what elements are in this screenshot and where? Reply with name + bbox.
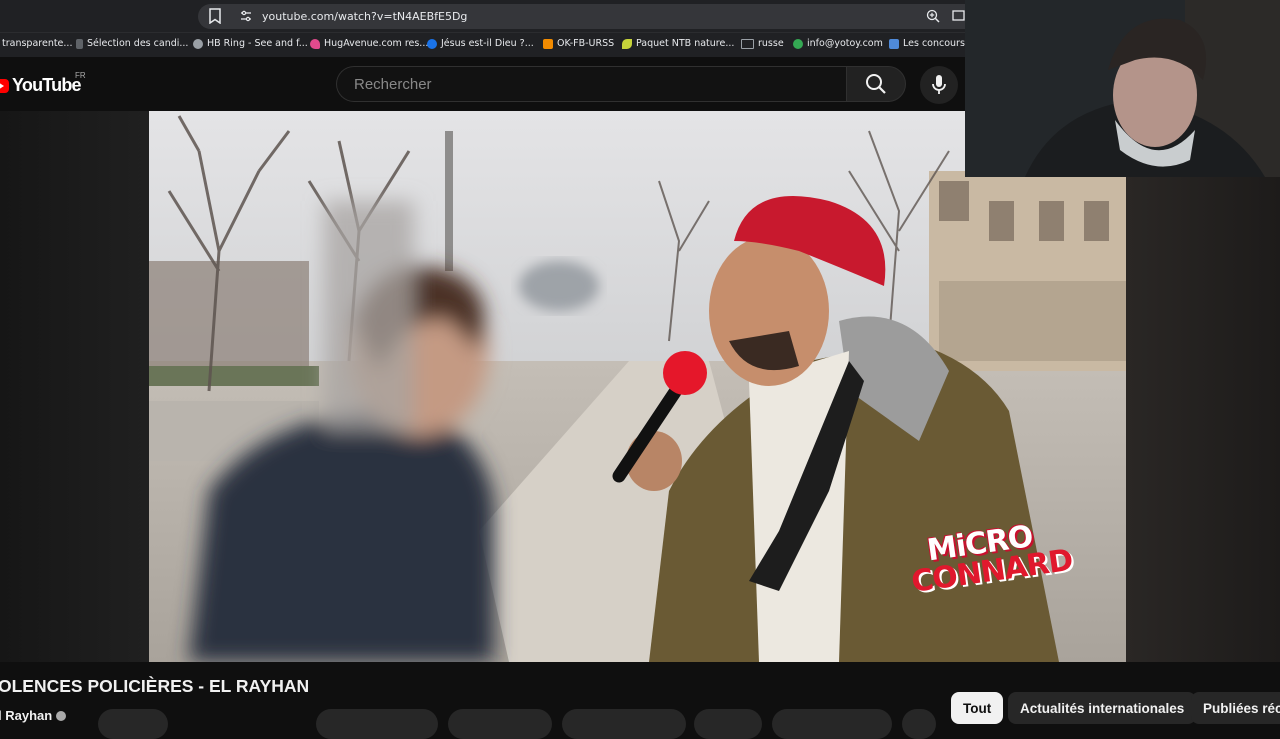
search-button[interactable] xyxy=(846,66,906,102)
share-button[interactable] xyxy=(448,709,552,739)
microphone-icon xyxy=(932,75,946,94)
bookmark-item[interactable]: russe xyxy=(741,38,784,49)
browser-toolbar: youtube.com/watch?v=tN4AEBfE5Dg xyxy=(0,0,988,32)
bookmark-label: russe xyxy=(758,38,784,49)
bookmarks-bar: transparente... Sélection des candi... H… xyxy=(0,32,980,57)
zoom-icon[interactable] xyxy=(926,9,940,23)
bookmark-label: HugAvenue.com res... xyxy=(324,38,429,49)
youtube-logo-text: YouTube xyxy=(12,75,82,95)
subscribe-button[interactable] xyxy=(98,709,168,739)
bookmark-favicon-icon xyxy=(427,38,437,49)
like-dislike-button[interactable] xyxy=(316,709,438,739)
search-input[interactable] xyxy=(352,75,826,94)
save-button[interactable] xyxy=(562,709,686,739)
bookmark-item[interactable]: Paquet NTB nature... xyxy=(622,38,734,49)
bookmark-item[interactable]: HugAvenue.com res... xyxy=(310,38,428,49)
channel-name[interactable]: l Rayhan xyxy=(0,708,67,723)
ambient-background-left xyxy=(0,111,149,662)
image-favicon-icon xyxy=(889,38,899,49)
cast-icon[interactable] xyxy=(952,10,965,22)
bookmark-label: info@yotoy.com xyxy=(807,38,883,49)
verified-badge-icon xyxy=(56,710,67,721)
webcam-overlay xyxy=(965,0,1280,177)
document-icon xyxy=(76,38,83,49)
channel-name-text: l Rayhan xyxy=(0,708,53,723)
bookmark-item[interactable]: info@yotoy.com xyxy=(793,38,883,49)
ok-favicon-icon xyxy=(543,38,553,49)
bookmark-label: transparente... xyxy=(2,38,73,49)
leaf-favicon-icon xyxy=(622,38,632,49)
bookmark-item[interactable]: OK-FB-URSS xyxy=(543,38,614,49)
clip-button[interactable] xyxy=(694,709,762,739)
url-text[interactable]: youtube.com/watch?v=tN4AEBfE5Dg xyxy=(262,10,467,23)
more-actions-button[interactable] xyxy=(902,709,936,739)
voice-search-button[interactable] xyxy=(920,66,958,104)
youtube-header: YouTube FR xyxy=(0,57,965,111)
country-code: FR xyxy=(75,71,86,80)
youtube-play-icon xyxy=(0,78,9,93)
bookmark-item[interactable]: Sélection des candi... xyxy=(76,38,188,49)
bookmark-label: HB Ring - See and f... xyxy=(207,38,308,49)
download-button[interactable] xyxy=(772,709,892,739)
bookmark-item[interactable]: HB Ring - See and f... xyxy=(193,38,308,49)
search-box xyxy=(336,66,846,102)
video-title: OLENCES POLICIÈRES - EL RAYHAN xyxy=(0,676,310,696)
globe-icon xyxy=(193,38,203,49)
search-icon xyxy=(866,74,886,94)
video-player[interactable]: MiCRO CONNARD xyxy=(149,111,1126,662)
bookmark-label: Paquet NTB nature... xyxy=(636,38,735,49)
chip-recently-published[interactable]: Publiées réc xyxy=(1191,692,1280,724)
bookmark-item[interactable]: Jésus est-il Dieu ?... xyxy=(427,38,534,49)
bookmark-item[interactable]: transparente... xyxy=(2,38,72,49)
youtube-logo[interactable]: YouTube xyxy=(0,75,82,96)
chip-all[interactable]: Tout xyxy=(951,692,1004,724)
heart-icon xyxy=(310,38,320,49)
mail-favicon-icon xyxy=(793,38,803,49)
webcam-feed xyxy=(965,0,1280,177)
ambient-background-right xyxy=(1126,177,1280,662)
folder-icon xyxy=(741,38,754,49)
site-info-icon[interactable] xyxy=(240,10,252,22)
bookmark-label: OK-FB-URSS xyxy=(557,38,615,49)
bookmark-label: Jésus est-il Dieu ?... xyxy=(441,38,534,49)
bookmark-star-icon[interactable] xyxy=(208,8,222,24)
bookmark-label: Sélection des candi... xyxy=(87,38,189,49)
chip-international-news[interactable]: Actualités internationales xyxy=(1008,692,1197,724)
